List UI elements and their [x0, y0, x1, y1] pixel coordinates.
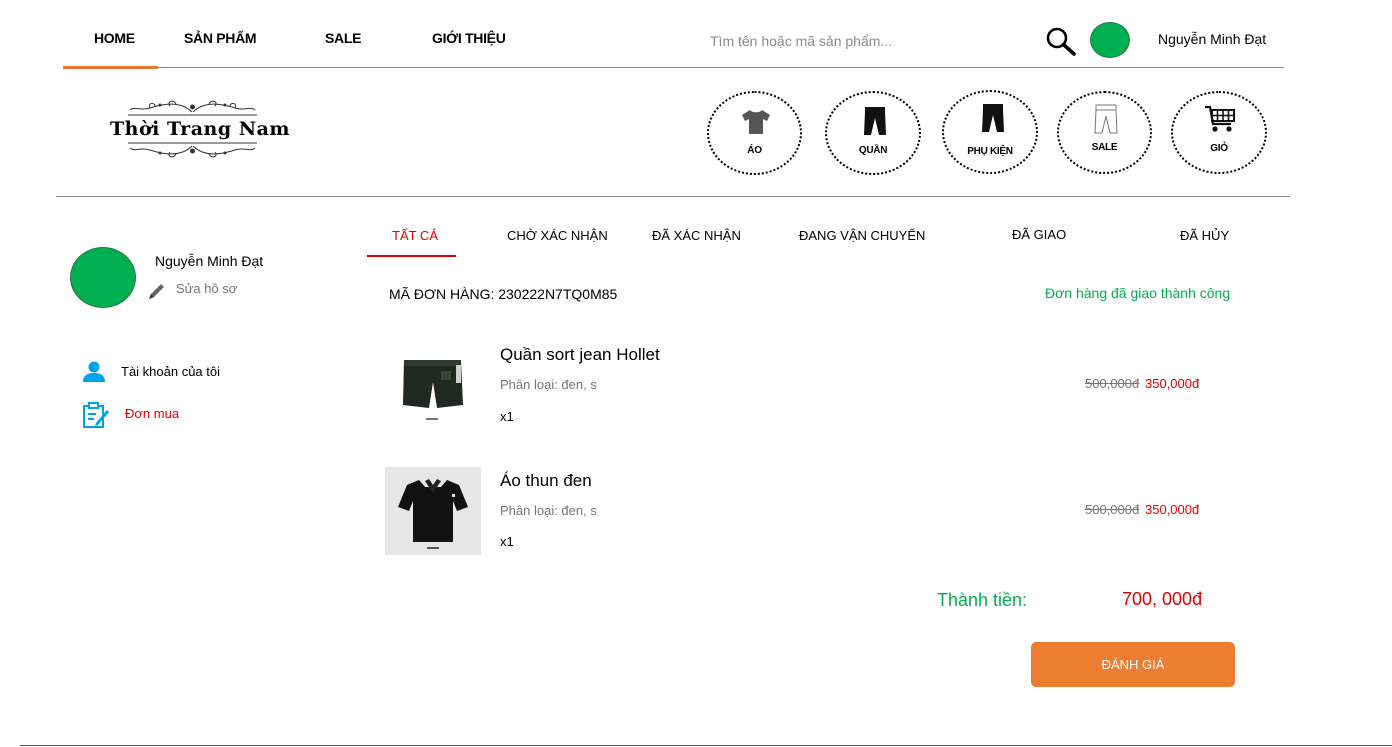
nav-sale[interactable]: SALE	[325, 30, 361, 46]
tab-all[interactable]: TẤT CẢ	[392, 228, 438, 243]
product-quantity: x1	[500, 534, 514, 549]
product-variant: Phân loại: đen, s	[500, 377, 597, 392]
pants-outline-icon	[1094, 104, 1118, 134]
pants-icon	[864, 107, 886, 135]
black-polo-image	[385, 467, 481, 555]
tab-active-underline	[367, 255, 456, 257]
category-shirt[interactable]: ÁO	[707, 91, 802, 175]
footer-divider	[20, 745, 1392, 746]
user-icon	[83, 361, 105, 382]
price-sale: 350,000đ	[1145, 502, 1200, 517]
profile-avatar[interactable]	[70, 247, 136, 308]
order-status: Đơn hàng đã giao thành công	[1045, 285, 1231, 301]
product-quantity: x1	[500, 409, 514, 424]
nav-products[interactable]: SẢN PHẨM	[184, 30, 257, 46]
shirt-icon	[742, 110, 770, 134]
tab-cancelled[interactable]: ĐÃ HỦY	[1180, 228, 1229, 243]
sidebar-item-label: Tài khoản của tôi	[121, 364, 221, 379]
price-original: 500,000đ	[1085, 502, 1140, 517]
category-label: GIỎ	[1210, 143, 1228, 154]
product-name[interactable]: Áo thun đen	[500, 471, 592, 491]
tab-pending[interactable]: CHỜ XÁC NHẬN	[507, 228, 608, 243]
category-label: QUẦN	[858, 145, 888, 156]
nav-home[interactable]: HOME	[94, 30, 135, 46]
header-divider	[63, 67, 1284, 68]
pants-icon	[982, 104, 1004, 132]
sidebar-item-label: Đơn mua	[125, 406, 180, 421]
header-user-name[interactable]: Nguyễn Minh Đạt	[1158, 31, 1266, 47]
order-icon	[83, 402, 109, 428]
category-sale[interactable]: SALE	[1057, 91, 1152, 174]
product-image-jean-shorts[interactable]	[385, 338, 481, 426]
rate-button[interactable]: ĐÁNH GIÁ	[1031, 642, 1235, 687]
logo-text: Thời Trang Nam	[110, 118, 291, 140]
tab-shipping[interactable]: ĐANG VẬN CHUYỂN	[799, 228, 925, 243]
category-label: PHỤ KIỆN	[967, 146, 1013, 157]
category-label: ÁO	[747, 145, 762, 156]
cart-icon	[1205, 105, 1235, 132]
price-original: 500,000đ	[1085, 376, 1140, 391]
nav-about[interactable]: GIỚI THIỆU	[432, 30, 506, 46]
tab-delivered[interactable]: ĐÃ GIAO	[1012, 227, 1066, 242]
pencil-icon	[149, 284, 164, 299]
category-cart[interactable]: GIỎ	[1171, 91, 1267, 174]
edit-profile-label: Sửa hồ sơ	[176, 281, 238, 296]
category-label: SALE	[1091, 142, 1118, 153]
order-id: MÃ ĐƠN HÀNG: 230222N7TQ0M85	[389, 286, 618, 302]
avatar[interactable]	[1090, 22, 1130, 58]
total-value: 700, 000đ	[1122, 589, 1203, 609]
search-icon[interactable]	[1045, 26, 1077, 56]
jean-shorts-image	[385, 338, 481, 426]
profile-name: Nguyễn Minh Đạt	[155, 253, 264, 269]
total-label: Thành tiền:	[937, 590, 1028, 610]
logo[interactable]: Thời Trang Nam	[110, 98, 291, 160]
section-divider	[56, 196, 1290, 197]
product-image-black-polo[interactable]	[385, 467, 481, 555]
product-name[interactable]: Quần sort jean Hollet	[500, 345, 660, 365]
category-pants[interactable]: QUẦN	[825, 91, 921, 175]
price-sale: 350,000đ	[1145, 376, 1200, 391]
tab-confirmed[interactable]: ĐÃ XÁC NHẬN	[652, 228, 741, 243]
product-variant: Phân loại: đen, s	[500, 503, 597, 518]
search-input[interactable]	[708, 28, 1032, 54]
category-accessories[interactable]: PHỤ KIỆN	[942, 90, 1038, 174]
